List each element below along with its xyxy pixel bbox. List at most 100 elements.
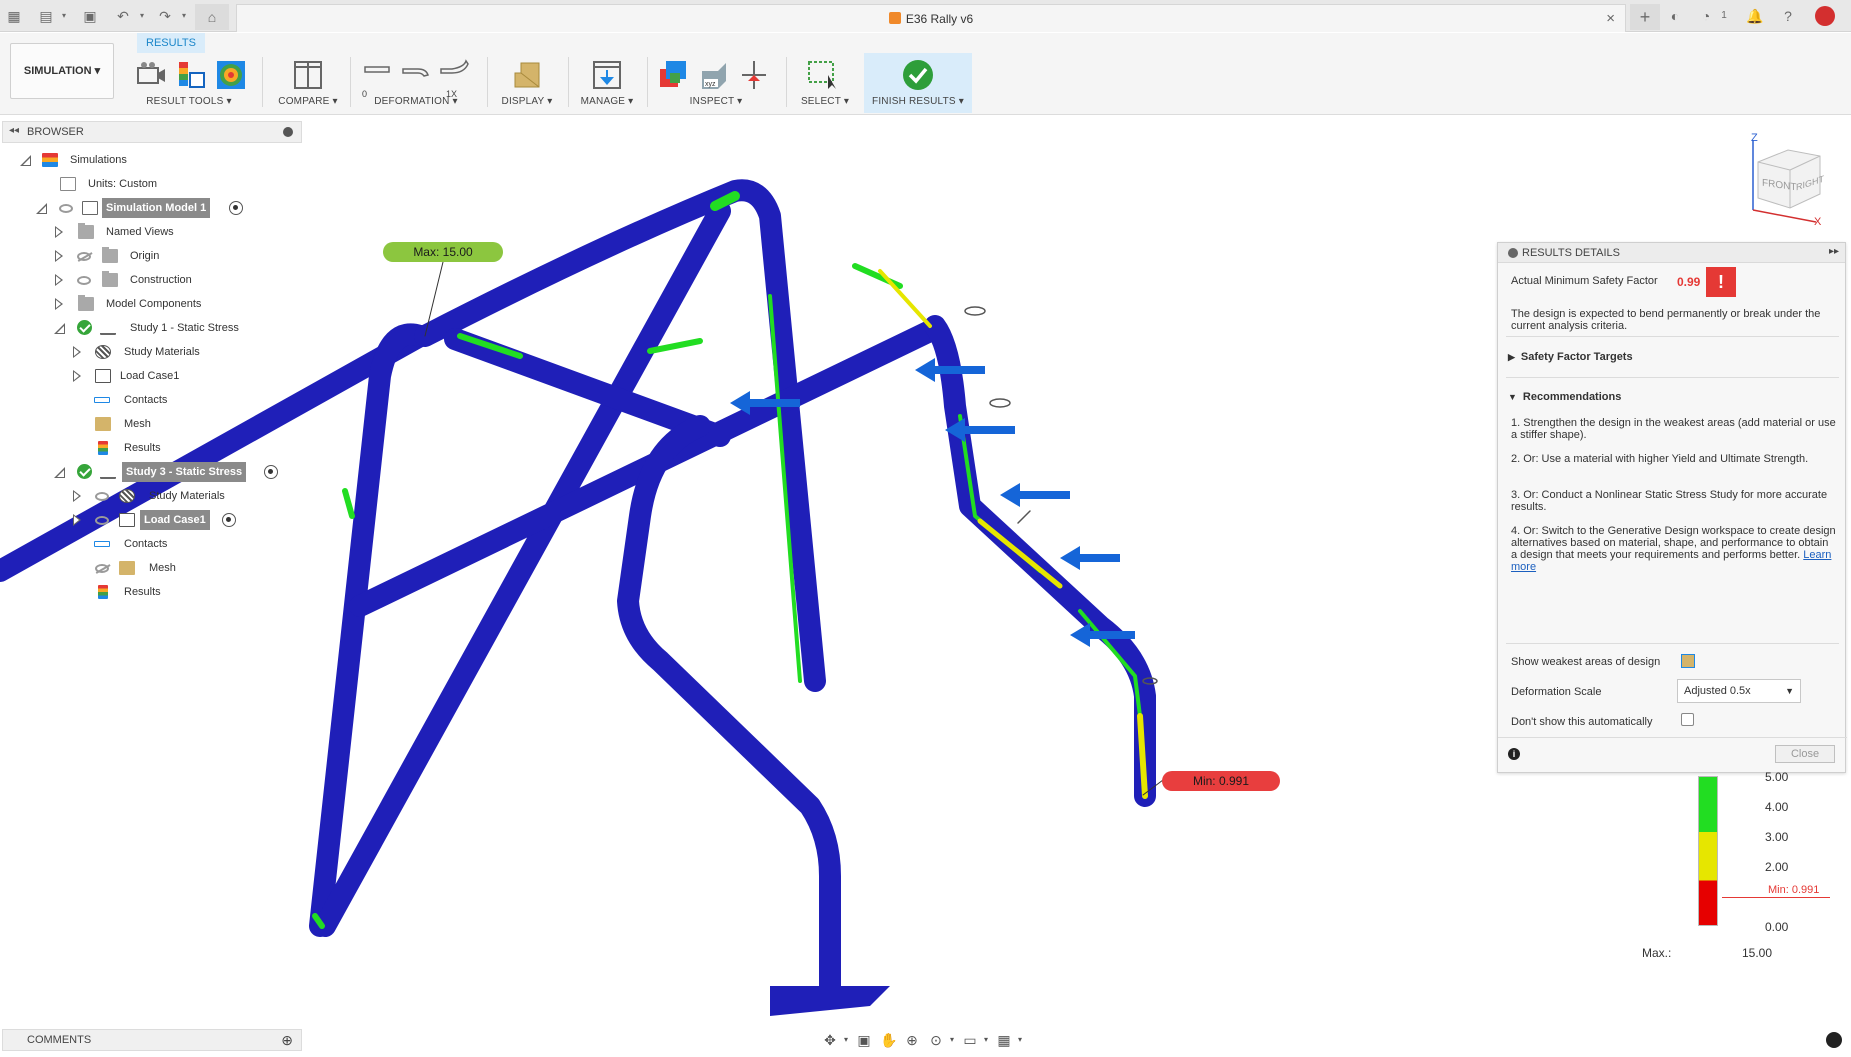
extensions-icon[interactable]: ◐ bbox=[1667, 8, 1683, 24]
collapse-icon[interactable] bbox=[20, 154, 32, 166]
recommendations-toggle[interactable]: ▼ Recommendations bbox=[1508, 391, 1621, 403]
pan-icon[interactable]: ✋ bbox=[880, 1032, 897, 1048]
finish-results-label[interactable]: FINISH RESULTS bbox=[872, 96, 956, 107]
app-grid-icon[interactable]: ▦ bbox=[6, 8, 22, 24]
browser-header[interactable]: ◂◂ BROWSER bbox=[2, 121, 302, 143]
visibility-eye-icon[interactable] bbox=[95, 492, 109, 501]
display-icon[interactable] bbox=[511, 59, 543, 91]
comments-panel[interactable]: COMMENTS ⊕ bbox=[2, 1029, 302, 1051]
activate-radio-icon[interactable] bbox=[229, 201, 243, 215]
tree-study1-contacts[interactable]: Contacts bbox=[0, 390, 300, 410]
tree-study3-load-case[interactable]: Load Case1 bbox=[0, 510, 300, 530]
chevron-down-icon[interactable]: ▾ bbox=[978, 1032, 994, 1048]
dont-show-checkbox[interactable] bbox=[1681, 713, 1694, 726]
inspect-label[interactable]: INSPECT bbox=[690, 96, 735, 107]
expand-icon[interactable] bbox=[72, 514, 82, 526]
expand-icon[interactable] bbox=[72, 370, 82, 382]
display-settings-icon[interactable]: ▭ bbox=[962, 1032, 978, 1048]
tree-study1-mesh[interactable]: Mesh bbox=[0, 414, 300, 434]
chevron-down-icon[interactable]: ▾ bbox=[838, 1032, 854, 1048]
add-comment-icon[interactable]: ⊕ bbox=[281, 1032, 293, 1049]
visibility-eye-icon[interactable] bbox=[95, 516, 109, 525]
close-button[interactable]: Close bbox=[1775, 745, 1835, 763]
tree-study-1[interactable]: Study 1 - Static Stress bbox=[0, 318, 300, 338]
actual-deformation-icon[interactable] bbox=[438, 59, 470, 91]
result-tools-label[interactable]: RESULT TOOLS bbox=[146, 96, 223, 107]
min-probe-label[interactable]: Min: 0.991 bbox=[1162, 771, 1280, 791]
visibility-eye-icon[interactable] bbox=[59, 204, 73, 213]
safety-factor-targets-toggle[interactable]: ▶ Safety Factor Targets bbox=[1508, 351, 1633, 363]
info-icon[interactable]: i bbox=[1508, 748, 1520, 760]
tree-study3-contacts[interactable]: Contacts bbox=[0, 534, 300, 554]
adjusted-deformation-icon[interactable] bbox=[400, 59, 432, 91]
measure-icon[interactable] bbox=[658, 59, 690, 91]
tree-study-3[interactable]: Study 3 - Static Stress bbox=[0, 462, 300, 482]
zoom-window-icon[interactable]: ⊕ bbox=[904, 1032, 920, 1048]
finish-results-group[interactable]: FINISH RESULTS ▾ bbox=[864, 53, 972, 113]
probe-icon[interactable] bbox=[175, 59, 207, 91]
tree-study1-materials[interactable]: Study Materials bbox=[0, 342, 300, 362]
minimize-icon[interactable] bbox=[1508, 248, 1518, 258]
tab-results[interactable]: RESULTS bbox=[137, 33, 205, 53]
pin-panel-icon[interactable]: ▸▸ bbox=[1829, 246, 1839, 257]
compare-icon[interactable] bbox=[292, 59, 324, 91]
tree-model-components[interactable]: Model Components bbox=[0, 294, 300, 314]
deformation-label[interactable]: DEFORMATION bbox=[374, 96, 449, 107]
home-icon[interactable]: ⌂ bbox=[195, 4, 229, 30]
tree-named-views[interactable]: Named Views bbox=[0, 222, 300, 242]
no-deformation-icon[interactable] bbox=[362, 59, 394, 91]
manage-icon[interactable] bbox=[591, 59, 623, 91]
expand-icon[interactable] bbox=[54, 298, 64, 310]
feedback-icon[interactable] bbox=[1826, 1032, 1842, 1048]
workspace-switcher[interactable]: SIMULATION ▾ bbox=[10, 43, 114, 99]
chevron-down-icon[interactable]: ▾ bbox=[1012, 1032, 1028, 1048]
expand-icon[interactable] bbox=[54, 250, 64, 262]
manage-label[interactable]: MANAGE bbox=[581, 96, 626, 107]
expand-icon[interactable] bbox=[54, 226, 64, 238]
document-tab[interactable]: E36 Rally v6 × bbox=[236, 4, 1626, 32]
grid-settings-icon[interactable]: ▦ bbox=[996, 1032, 1012, 1048]
results-legend-icon[interactable] bbox=[215, 59, 247, 91]
help-icon[interactable]: ? bbox=[1780, 8, 1796, 24]
browser-options-icon[interactable] bbox=[283, 127, 293, 137]
animate-icon[interactable] bbox=[135, 59, 167, 91]
finish-results-icon[interactable] bbox=[902, 59, 934, 91]
visibility-eye-icon[interactable] bbox=[77, 276, 91, 285]
max-probe-label[interactable]: Max: 15.00 bbox=[383, 242, 503, 262]
section-analysis-icon[interactable]: xyz bbox=[698, 59, 730, 91]
expand-icon[interactable] bbox=[54, 274, 64, 286]
display-label[interactable]: DISPLAY bbox=[502, 96, 545, 107]
show-weakest-toggle-icon[interactable] bbox=[1681, 654, 1695, 668]
tree-origin[interactable]: Origin bbox=[0, 246, 300, 266]
chevron-down-icon[interactable]: ▾ bbox=[56, 8, 72, 24]
notifications-icon[interactable]: 🔔 bbox=[1746, 8, 1763, 24]
tree-study3-materials[interactable]: Study Materials bbox=[0, 486, 300, 506]
collapse-browser-icon[interactable]: ◂◂ bbox=[9, 125, 19, 136]
activate-radio-icon[interactable] bbox=[222, 513, 236, 527]
file-menu-icon[interactable]: ▤ bbox=[38, 8, 54, 24]
visibility-off-icon[interactable] bbox=[77, 252, 91, 261]
job-status-icon[interactable]: ◔ bbox=[1698, 8, 1714, 24]
expand-icon[interactable] bbox=[72, 346, 82, 358]
tree-construction[interactable]: Construction bbox=[0, 270, 300, 290]
window-select-icon[interactable] bbox=[806, 59, 838, 91]
tree-simulations[interactable]: Simulations bbox=[0, 150, 300, 170]
deformation-scale-select[interactable]: Adjusted 0.5x ▼ bbox=[1677, 679, 1801, 703]
tree-study3-mesh[interactable]: Mesh bbox=[0, 558, 300, 578]
visibility-off-icon[interactable] bbox=[95, 564, 109, 573]
save-icon[interactable]: ▣ bbox=[82, 8, 98, 24]
tree-study1-load-case[interactable]: Load Case1 bbox=[0, 366, 300, 386]
chevron-down-icon[interactable]: ▾ bbox=[944, 1032, 960, 1048]
new-tab-icon[interactable]: + bbox=[1630, 4, 1660, 30]
collapse-icon[interactable] bbox=[36, 202, 48, 214]
close-tab-icon[interactable]: × bbox=[1606, 10, 1615, 27]
chevron-down-icon[interactable]: ▾ bbox=[176, 8, 192, 24]
tree-simulation-model[interactable]: Simulation Model 1 bbox=[0, 198, 300, 218]
compare-label[interactable]: COMPARE bbox=[278, 96, 329, 107]
redo-icon[interactable]: ↷ bbox=[157, 8, 173, 24]
collapse-icon[interactable] bbox=[54, 322, 66, 334]
center-of-mass-icon[interactable] bbox=[738, 59, 770, 91]
orbit-icon[interactable]: ✥ bbox=[822, 1032, 838, 1048]
tree-study1-results[interactable]: Results bbox=[0, 438, 300, 458]
avatar[interactable] bbox=[1815, 6, 1835, 26]
